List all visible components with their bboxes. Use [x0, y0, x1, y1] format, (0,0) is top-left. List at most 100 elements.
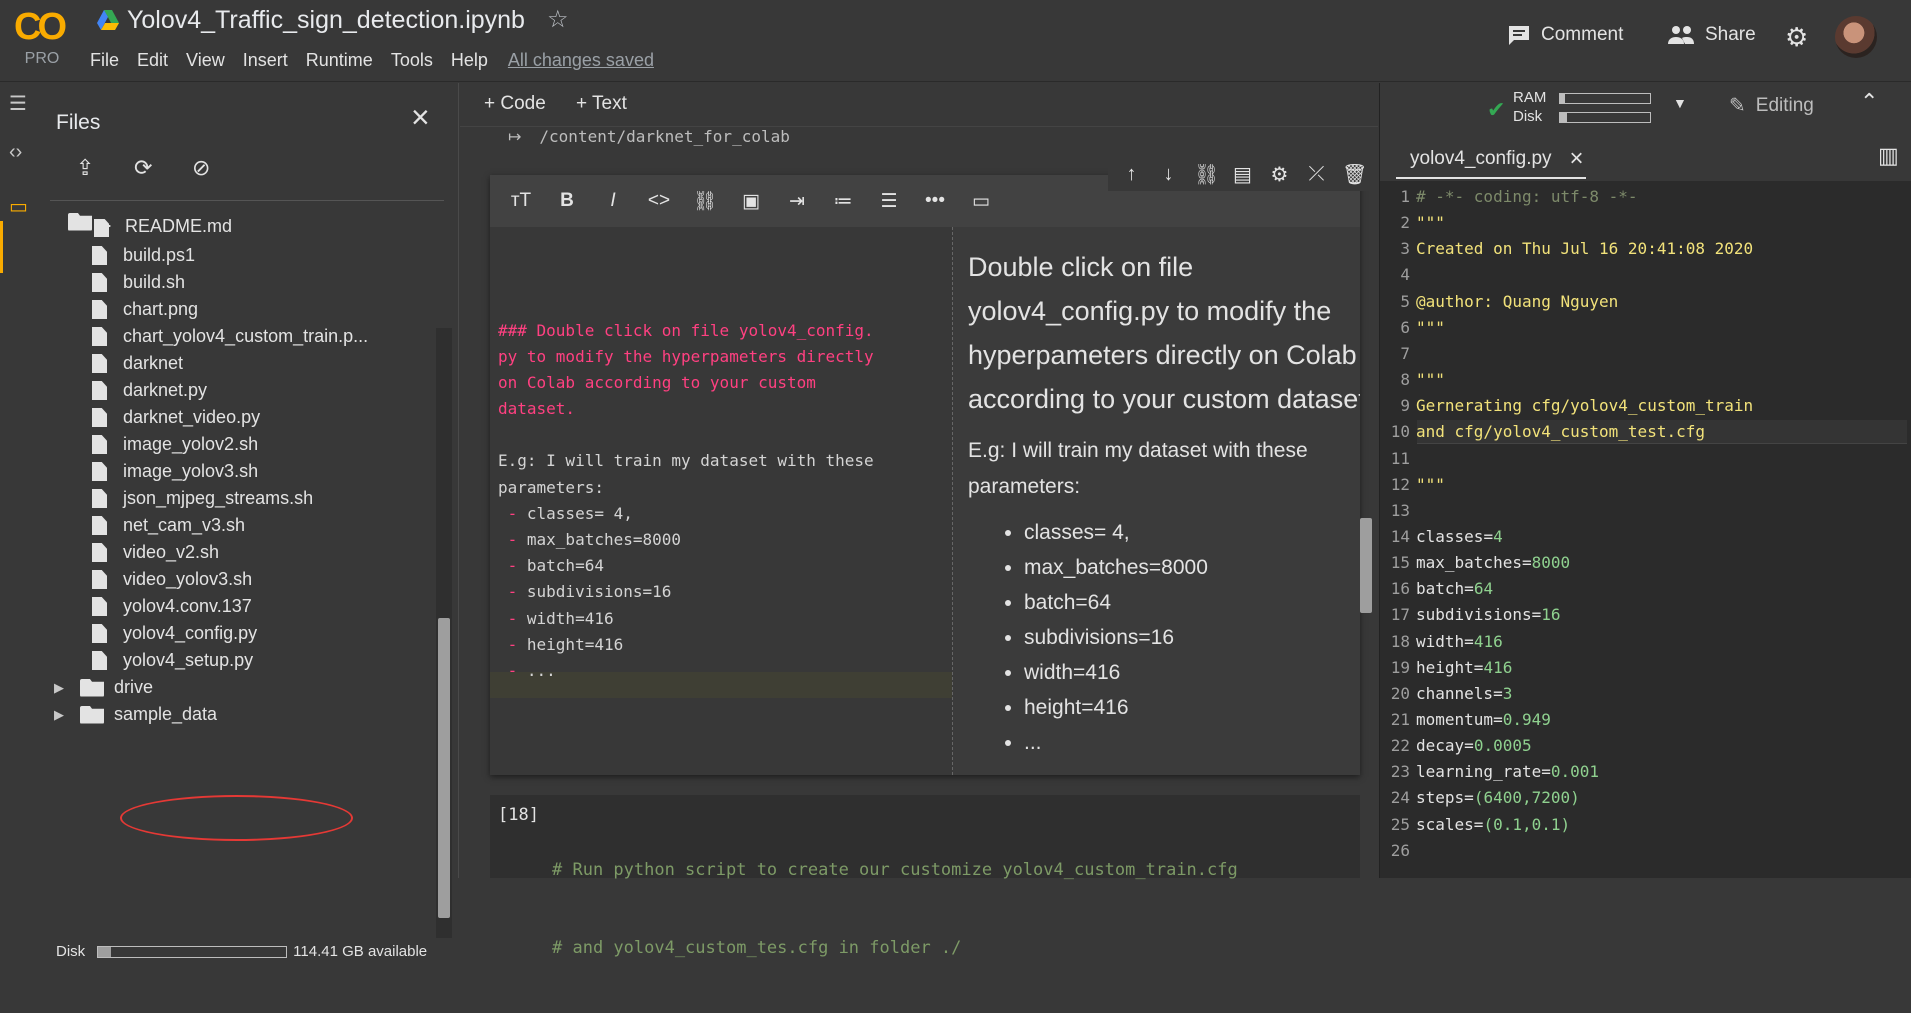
- editor-line[interactable]: 14 classes=4: [1380, 524, 1503, 550]
- files-folder-icon[interactable]: ▭: [9, 194, 28, 219]
- preview-heading: Double click on file yolov4_config.py to…: [968, 252, 1360, 414]
- editor-line[interactable]: 2 """: [1380, 210, 1445, 236]
- assignment: momentum=0.949: [1416, 707, 1551, 733]
- menu-runtime[interactable]: Runtime: [306, 50, 373, 71]
- image-icon[interactable]: ▣: [738, 190, 764, 213]
- editor-line[interactable]: 22 decay=0.0005: [1380, 733, 1532, 759]
- move-down-icon[interactable]: ↓: [1157, 163, 1180, 186]
- expand-caret-icon[interactable]: ▶: [38, 680, 64, 696]
- comment-cell-icon[interactable]: ▤: [1231, 162, 1254, 187]
- editor-line[interactable]: 18 width=416: [1380, 629, 1503, 655]
- markdown-source-editor[interactable]: ### Double click on file yolov4_config. p…: [490, 227, 952, 775]
- bold-icon[interactable]: B: [554, 190, 580, 212]
- unmount-drive-icon[interactable]: ⊘: [192, 155, 220, 183]
- editor-tab[interactable]: yolov4_config.py ×: [1410, 145, 1584, 173]
- editing-mode-button[interactable]: ✎ Editing: [1729, 93, 1814, 118]
- menu-insert[interactable]: Insert: [243, 50, 288, 71]
- editor-line[interactable]: 21 momentum=0.949: [1380, 707, 1551, 733]
- highlight-circle: [120, 795, 353, 841]
- editor-line[interactable]: 26: [1380, 838, 1416, 864]
- chevron-up-icon[interactable]: ⌃: [1860, 89, 1878, 115]
- assignment-key: subdivisions: [1416, 605, 1532, 625]
- preview-toggle-icon[interactable]: ▭: [968, 190, 994, 213]
- code-cell[interactable]: [18] # Run python script to create our c…: [490, 795, 1360, 958]
- colab-logo[interactable]: CO PRO: [14, 8, 70, 67]
- tree-folder-row[interactable]: ▶ sample_data: [38, 698, 217, 731]
- bulleted-list-icon[interactable]: ☰: [876, 190, 902, 213]
- editor-line[interactable]: 9 Gernerating cfg/yolov4_custom_train: [1380, 393, 1753, 419]
- settings-gear-icon[interactable]: ⚙: [1785, 22, 1808, 53]
- upload-icon[interactable]: ⇪: [76, 155, 104, 183]
- close-editor-icon[interactable]: ⤫: [1305, 163, 1328, 186]
- editor-line[interactable]: 3 Created on Thu Jul 16 20:41:08 2020: [1380, 236, 1753, 262]
- menu-tools[interactable]: Tools: [391, 50, 433, 71]
- editor-line[interactable]: 13: [1380, 498, 1416, 524]
- table-of-contents-icon[interactable]: ☰: [9, 91, 27, 116]
- move-up-icon[interactable]: ↑: [1120, 163, 1143, 186]
- files-scrollbar-thumb[interactable]: [438, 618, 450, 918]
- editor-line[interactable]: 23 learning_rate=0.001: [1380, 759, 1599, 785]
- link-cell-icon[interactable]: ⛓: [1194, 162, 1219, 187]
- editor-line[interactable]: 4: [1380, 262, 1416, 288]
- split-divider[interactable]: [952, 227, 953, 775]
- editor-line[interactable]: 1 # -*- coding: utf-8 -*-: [1380, 184, 1637, 210]
- comment-button[interactable]: Comment: [1507, 24, 1623, 46]
- editor-line[interactable]: 20 channels=3: [1380, 681, 1513, 707]
- markdown-cell[interactable]: тT B I <> ⛓ ▣ ⇥ ≔ ☰ ••• ▭ ### Double cli…: [490, 175, 1360, 775]
- cell-settings-icon[interactable]: ⚙: [1268, 162, 1291, 187]
- delete-cell-icon[interactable]: 🗑: [1342, 162, 1367, 187]
- close-tab-icon[interactable]: ×: [1570, 145, 1584, 173]
- editor-line[interactable]: 17 subdivisions=16: [1380, 602, 1561, 628]
- editor-line[interactable]: 24 steps=(6400,7200): [1380, 785, 1580, 811]
- code-icon[interactable]: <>: [646, 190, 672, 212]
- connected-check-icon: ✔: [1487, 97, 1506, 122]
- editor-line[interactable]: 11: [1380, 446, 1416, 472]
- save-status[interactable]: All changes saved: [508, 50, 654, 71]
- expand-caret-icon[interactable]: ▶: [38, 707, 64, 723]
- link-icon[interactable]: ⛓: [692, 189, 718, 213]
- notebook-scrollbar-thumb[interactable]: [1360, 518, 1372, 613]
- menu-view[interactable]: View: [186, 50, 225, 71]
- editor-line[interactable]: 8 """: [1380, 367, 1445, 393]
- add-code-button[interactable]: + Code: [484, 93, 546, 115]
- star-icon[interactable]: ☆: [547, 5, 569, 34]
- editor-line[interactable]: 25 scales=(0.1,0.1): [1380, 812, 1570, 838]
- ram-bar: [1559, 93, 1651, 104]
- editor-line[interactable]: 7: [1380, 341, 1416, 367]
- italic-icon[interactable]: I: [600, 190, 626, 212]
- editor-line[interactable]: 10 and cfg/yolov4_custom_test.cfg: [1380, 419, 1705, 445]
- editor-line[interactable]: 19 height=416: [1380, 655, 1513, 681]
- assignment: width=416: [1416, 629, 1503, 655]
- text-size-icon[interactable]: тT: [508, 190, 534, 212]
- share-button[interactable]: Share: [1667, 24, 1756, 46]
- menu-help[interactable]: Help: [451, 50, 488, 71]
- code-lines[interactable]: # Run python script to create our custom…: [552, 805, 1238, 1013]
- assignment-value: 0.0005: [1473, 736, 1532, 756]
- code-editor[interactable]: 1 # -*- coding: utf-8 -*- 2 """ 3 Created on …: [1380, 183, 1911, 878]
- editor-line[interactable]: 15 max_batches=8000: [1380, 550, 1570, 576]
- markdown-source-lines: ### Double click on file yolov4_config. p…: [498, 318, 944, 685]
- editor-line[interactable]: 5 @author: Quang Nguyen: [1380, 289, 1618, 315]
- code-snippets-icon[interactable]: ‹›: [9, 141, 22, 164]
- menu-edit[interactable]: Edit: [137, 50, 168, 71]
- user-avatar[interactable]: [1835, 16, 1877, 58]
- split-view-icon[interactable]: ▥: [1878, 143, 1899, 169]
- editor-line[interactable]: 6 """: [1380, 315, 1445, 341]
- indent-icon[interactable]: ⇥: [784, 190, 810, 213]
- line-number: 23: [1390, 762, 1410, 782]
- preview-bullet-list: classes= 4,max_batches=8000batch=64subdi…: [968, 515, 1360, 760]
- menu-file[interactable]: File: [90, 50, 119, 71]
- chevron-down-icon[interactable]: ▼: [1673, 95, 1687, 111]
- markdown-preview: Double click on file yolov4_config.py to…: [968, 227, 1360, 775]
- add-text-button[interactable]: + Text: [576, 93, 627, 115]
- close-icon[interactable]: ×: [411, 99, 430, 136]
- notebook-title[interactable]: Yolov4_Traffic_sign_detection.ipynb: [127, 6, 525, 35]
- tree-item-partial[interactable]: README.md: [94, 219, 232, 237]
- numbered-list-icon[interactable]: ≔: [830, 190, 856, 213]
- refresh-folder-icon[interactable]: ⟳: [134, 155, 162, 183]
- bullet-text: subdivisions=16: [517, 582, 672, 602]
- editor-line[interactable]: 12 """: [1380, 472, 1445, 498]
- horizontal-rule-icon[interactable]: •••: [922, 190, 948, 212]
- editor-line[interactable]: 16 batch=64: [1380, 576, 1493, 602]
- editing-label: Editing: [1755, 94, 1814, 116]
